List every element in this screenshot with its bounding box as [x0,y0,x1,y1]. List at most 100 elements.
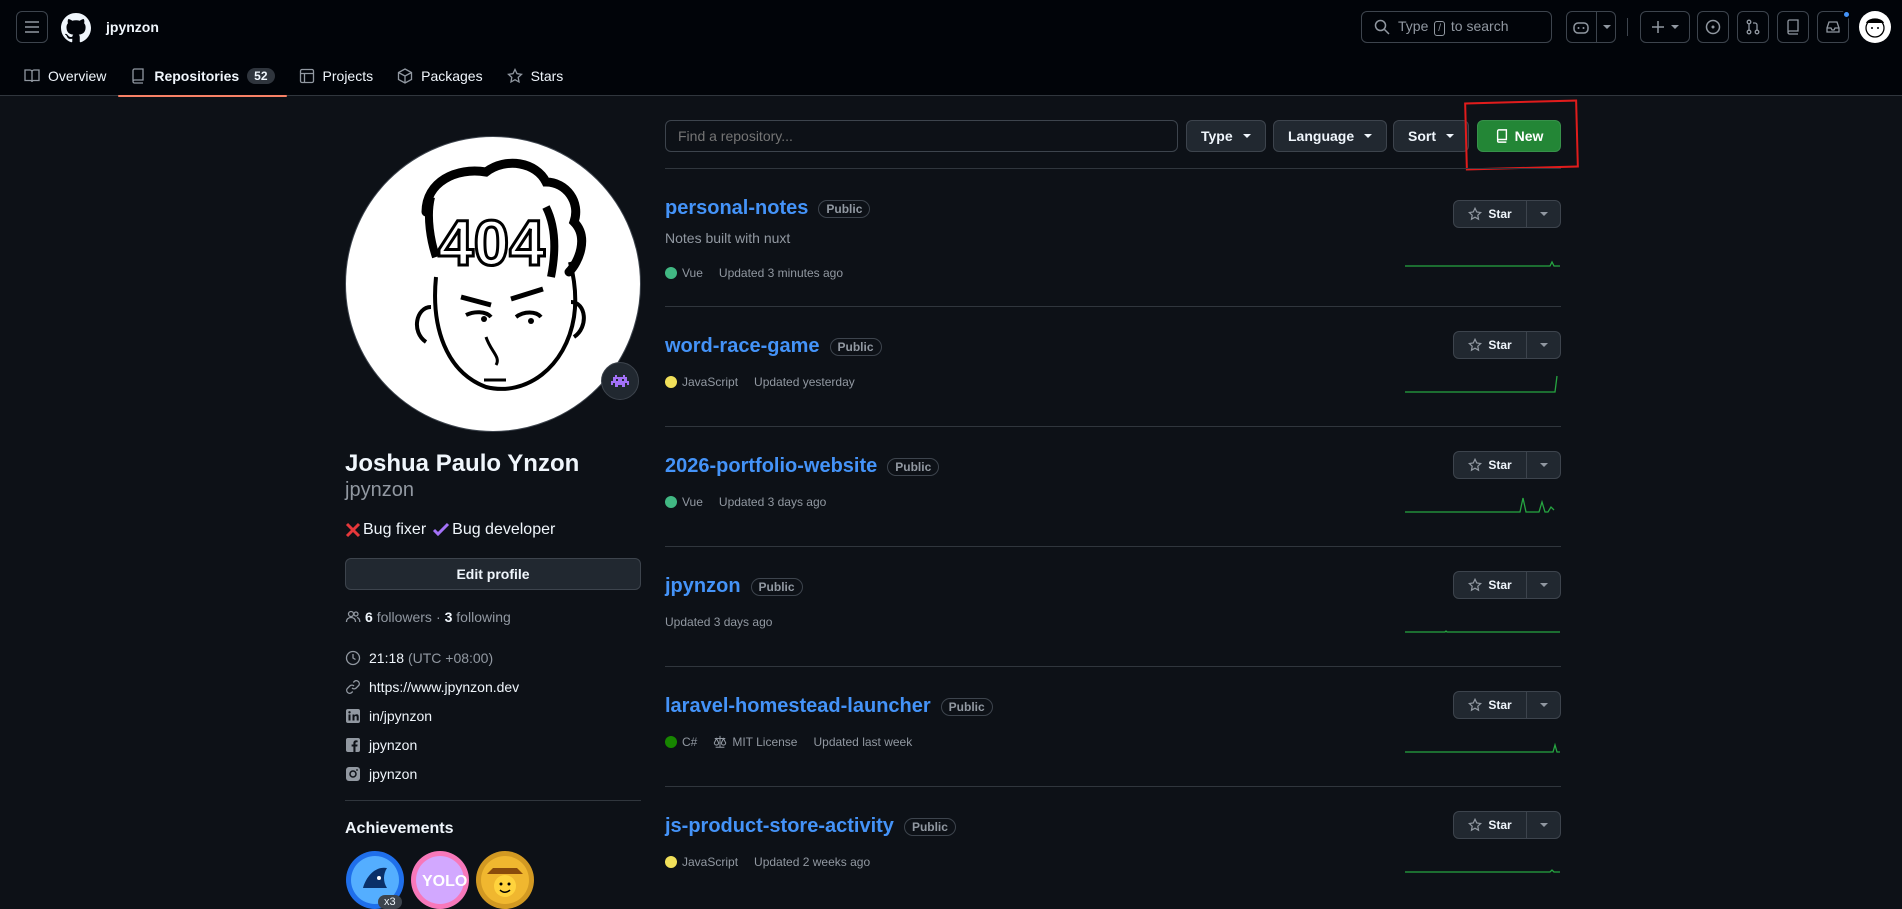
caret-down-icon [1446,134,1454,138]
star-button[interactable]: Star [1453,451,1527,479]
star-list-dropdown[interactable] [1527,691,1561,719]
repo-name-link[interactable]: personal-notes [665,197,808,220]
achievement-quickdraw[interactable] [475,850,535,909]
followers-link[interactable]: 6 followers [365,609,432,625]
achievement-count-badge: x3 [378,895,402,909]
notification-dot [1842,10,1851,19]
separator-dot: · [435,609,441,625]
cross-mark-icon [345,522,361,538]
create-new-button[interactable] [1640,11,1690,43]
star-list-dropdown[interactable] [1527,451,1561,479]
star-icon [1468,698,1483,712]
status-button[interactable] [601,362,639,400]
search-icon [1374,19,1390,35]
tab-label: Projects [322,67,374,84]
star-list-dropdown[interactable] [1527,200,1561,228]
people-icon [345,610,361,623]
achievements-heading[interactable]: Achievements [345,820,454,838]
repo-name-link[interactable]: laravel-homestead-launcher [665,695,931,718]
visibility-badge: Public [829,337,882,356]
chevron-down-icon [1602,25,1611,29]
repo-name-link[interactable]: js-product-store-activity [665,815,894,838]
star-list-dropdown[interactable] [1527,571,1561,599]
star-button[interactable]: Star [1453,811,1527,839]
tab-repositories[interactable]: Repositories 52 [118,55,287,97]
clock-icon [345,650,361,666]
repo-language: C# [682,735,698,749]
star-icon [1468,818,1483,832]
repo-divider [665,786,1561,787]
activity-sparkline [1405,742,1560,753]
sort-filter-button[interactable]: Sort [1393,120,1469,152]
visibility-badge: Public [903,817,956,836]
issues-button[interactable] [1697,11,1729,43]
language-color-dot [665,856,677,868]
star-icon [506,67,523,83]
tab-packages[interactable]: Packages [385,55,494,96]
tab-stars[interactable]: Stars [495,55,576,96]
followers-count: 6 [365,609,373,625]
bio-text-2: Bug developer [452,521,556,538]
repo-updated: Updated yesterday [754,375,855,389]
pull-request-icon [1746,19,1760,35]
language-color-dot [665,496,677,508]
profile-full-name: Joshua Paulo Ynzon [345,450,580,477]
repo-updated: Updated 3 days ago [665,615,773,629]
header-username[interactable]: jpynzon [106,19,159,35]
github-logo-icon[interactable] [61,13,91,43]
facebook-link[interactable]: jpynzon [369,737,417,753]
repo-count-badge: 52 [247,67,275,84]
menu-button[interactable] [16,11,48,43]
star-icon [1468,458,1483,472]
activity-sparkline [1405,375,1558,393]
type-filter-label: Type [1201,128,1233,144]
instagram-link[interactable]: jpynzon [369,766,417,782]
star-button[interactable]: Star [1453,200,1527,228]
repo-license: MIT License [732,735,798,749]
caret-down-icon [1539,343,1548,347]
following-link[interactable]: 3 following [445,609,511,625]
star-button[interactable]: Star [1453,571,1527,599]
search-hint-1: Type [1398,18,1429,34]
package-icon [397,67,413,84]
repo-name-link[interactable]: 2026-portfolio-website [665,455,877,478]
copilot-button[interactable] [1566,11,1616,43]
star-button[interactable]: Star [1453,691,1527,719]
star-button[interactable]: Star [1453,331,1527,359]
star-list-dropdown[interactable] [1527,811,1561,839]
edit-profile-button[interactable]: Edit profile [345,558,641,590]
plus-icon [1652,21,1664,33]
tab-label: Repositories [154,67,240,84]
tab-projects[interactable]: Projects [287,55,386,96]
local-time: 21:18 (UTC +08:00) [345,650,493,666]
linkedin-link[interactable]: in/jpynzon [369,708,432,724]
repo-name-link[interactable]: jpynzon [665,575,741,598]
type-filter-button[interactable]: Type [1186,120,1266,152]
check-mark-icon [433,522,450,537]
repositories-button[interactable] [1777,11,1809,43]
website-link[interactable]: https://www.jpynzon.dev [369,679,519,695]
repo-name-link[interactable]: word-race-game [665,335,820,358]
activity-sparkline [1405,869,1560,873]
user-avatar[interactable] [1859,11,1891,43]
profile-avatar[interactable]: 404 [345,136,641,432]
star-label: Star [1488,698,1512,712]
language-filter-button[interactable]: Language [1273,120,1388,152]
tab-label: Packages [421,67,483,84]
tab-overview[interactable]: Overview [12,55,118,96]
find-repository-input[interactable] [665,120,1178,152]
star-list-dropdown[interactable] [1527,331,1561,359]
global-search[interactable]: Type / to search [1361,11,1552,43]
repo-icon [1787,19,1799,35]
caret-down-icon [1242,134,1251,138]
table-icon [299,68,314,83]
repo-divider [665,426,1561,427]
repo-description: Notes built with nuxt [665,230,791,246]
repo-updated: Updated 3 days ago [718,495,827,509]
pull-requests-button[interactable] [1737,11,1769,43]
achievement-yolo[interactable]: YOLO [410,850,470,909]
star-icon [1468,338,1483,352]
activity-sparkline [1405,497,1555,513]
language-color-dot [665,267,677,279]
followers-label: followers [376,609,432,625]
